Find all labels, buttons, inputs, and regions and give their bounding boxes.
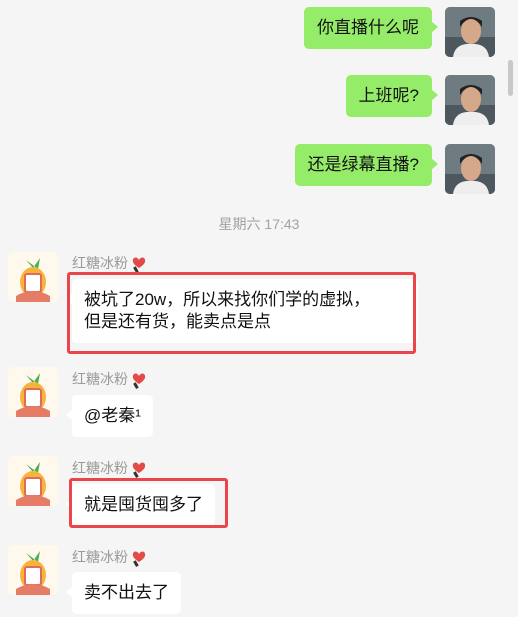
scrollbar-thumb[interactable] bbox=[508, 60, 513, 96]
outgoing-message[interactable]: 上班呢? bbox=[345, 75, 439, 117]
highlight-box bbox=[69, 478, 228, 528]
incoming-message[interactable]: 卖不出去了 bbox=[66, 572, 181, 614]
sender-name: 红糖冰粉 bbox=[72, 253, 147, 274]
sender-name: 红糖冰粉 bbox=[72, 458, 147, 479]
pineapple-avatar-icon bbox=[8, 252, 58, 302]
self-avatar[interactable] bbox=[445, 75, 495, 125]
message-text: 你直播什么呢 bbox=[317, 18, 419, 37]
heart-brush-badge-icon bbox=[132, 373, 146, 390]
sender-avatar[interactable] bbox=[8, 367, 58, 417]
incoming-message[interactable]: @老秦¹ bbox=[66, 395, 153, 437]
self-avatar[interactable] bbox=[445, 7, 495, 57]
sender-name: 红糖冰粉 bbox=[72, 547, 147, 568]
heart-brush-badge-icon bbox=[132, 257, 146, 274]
highlight-box bbox=[67, 272, 416, 354]
avatar-photo bbox=[445, 7, 495, 57]
outgoing-message[interactable]: 你直播什么呢 bbox=[304, 7, 438, 49]
mention-text: @老秦¹ bbox=[84, 406, 141, 425]
message-text: 还是绿幕直播? bbox=[307, 155, 419, 174]
sender-avatar[interactable] bbox=[8, 456, 58, 506]
message-text: 上班呢? bbox=[358, 86, 419, 105]
self-avatar[interactable] bbox=[445, 144, 495, 194]
pineapple-avatar-icon bbox=[8, 545, 58, 595]
avatar-photo bbox=[445, 75, 495, 125]
pineapple-avatar-icon bbox=[8, 456, 58, 506]
time-divider: 星期六 17:43 bbox=[218, 216, 300, 232]
pineapple-avatar-icon bbox=[8, 367, 58, 417]
outgoing-message[interactable]: 还是绿幕直播? bbox=[294, 144, 439, 186]
sender-avatar[interactable] bbox=[8, 545, 58, 595]
heart-brush-badge-icon bbox=[132, 462, 146, 479]
heart-brush-badge-icon bbox=[132, 551, 146, 568]
sender-name: 红糖冰粉 bbox=[72, 369, 147, 390]
avatar-photo bbox=[445, 144, 495, 194]
message-text: 卖不出去了 bbox=[84, 583, 169, 602]
sender-avatar[interactable] bbox=[8, 252, 58, 302]
